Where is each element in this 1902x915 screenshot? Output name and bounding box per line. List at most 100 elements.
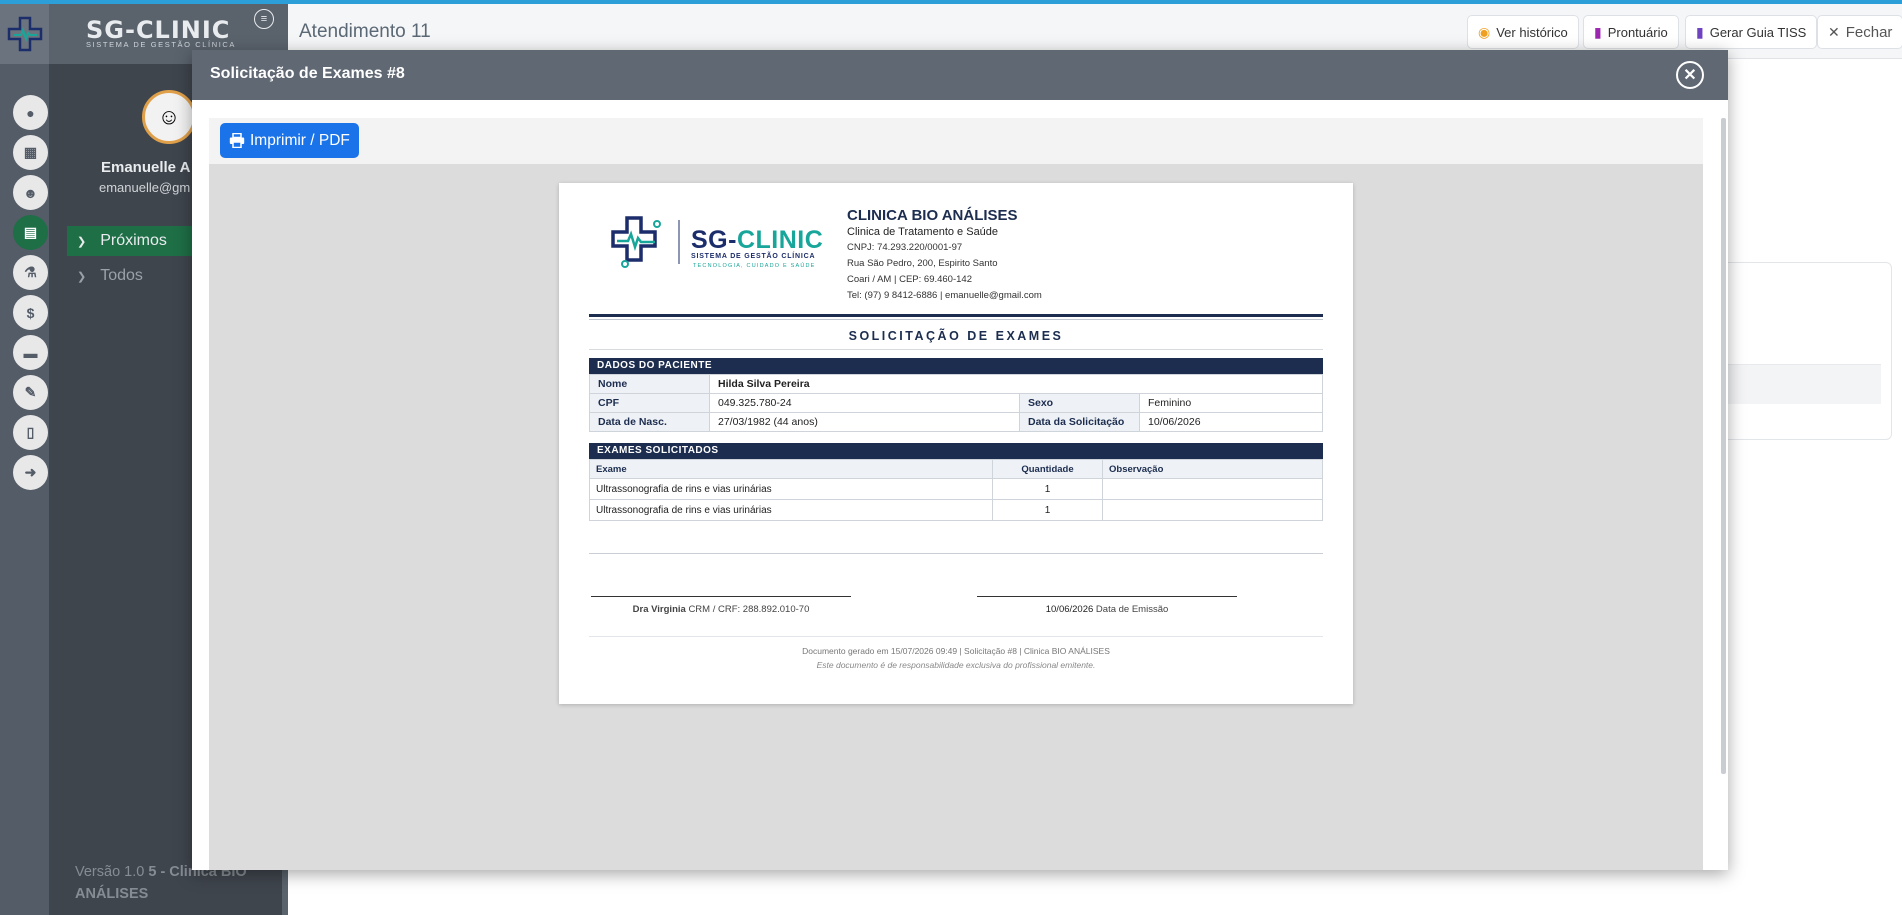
clinic-address: Rua São Pedro, 200, Espirito Santo: [847, 258, 998, 269]
exam-request-modal: Solicitação de Exames #8 ✕ Imprimir / PD…: [192, 50, 1728, 870]
menu-toggle-icon[interactable]: ≡: [254, 9, 274, 29]
header-divider: [589, 314, 1323, 317]
modal-scrollbar[interactable]: [1721, 118, 1726, 774]
exam-notes: [1102, 478, 1323, 500]
avatar: ☺: [142, 90, 196, 144]
table-row: Data de Nasc. 27/03/1982 (44 anos) Data …: [589, 412, 1323, 432]
history-icon: ◉: [1478, 23, 1491, 40]
exam-column-header: Exame: [589, 459, 993, 479]
document-footer-disclaimer: Este documento é de responsabilidade exc…: [816, 660, 1096, 670]
user-icon[interactable]: ●: [13, 95, 48, 130]
document-title: SOLICITAÇÃO DE EXAMES: [848, 329, 1064, 343]
patient-table: Nome Hilda Silva Pereira CPF 049.325.780…: [589, 374, 1323, 432]
nav-item-proximos[interactable]: ❯ Próximos: [67, 226, 207, 256]
nav-item-label: Próximos: [100, 232, 167, 249]
file-icon[interactable]: ▯: [13, 415, 48, 450]
exam-name: Ultrassonografia de rins e vias urinária…: [589, 499, 993, 521]
printer-icon: [229, 133, 245, 148]
print-pdf-button[interactable]: Imprimir / PDF: [220, 123, 359, 158]
exam-quantity: 1: [992, 478, 1103, 500]
request-date-value: 10/06/2026: [1139, 412, 1323, 432]
archive-icon[interactable]: ▬: [13, 335, 48, 370]
calendar-icon[interactable]: ▦: [13, 135, 48, 170]
table-row: Nome Hilda Silva Pereira: [589, 374, 1323, 394]
gerar-guia-label: Gerar Guia TISS: [1709, 24, 1807, 40]
chevron-right-icon: ❯: [77, 235, 87, 248]
header-divider-thin: [589, 319, 1323, 320]
exams-table: Exame Quantidade Observação Ultrassonogr…: [589, 459, 1323, 521]
fechar-button[interactable]: ✕ Fechar: [1817, 15, 1902, 49]
request-date-label: Data da Solicitação: [1019, 412, 1140, 432]
app-logo-icon[interactable]: [0, 4, 49, 64]
title-divider: [589, 349, 1323, 350]
patient-birth-value: 27/03/1982 (44 anos): [709, 412, 1020, 432]
nav-item-label: Todos: [100, 267, 143, 284]
signature-divider: [589, 553, 1323, 554]
microscope-icon[interactable]: ⚗: [13, 255, 48, 290]
doctor-crm: CRM / CRF: 288.892.010-70: [688, 604, 810, 615]
modal-toolbar: Imprimir / PDF: [209, 118, 1703, 164]
table-row: CPF 049.325.780-24 Sexo Feminino: [589, 393, 1323, 413]
patient-birth-label: Data de Nasc.: [589, 412, 710, 432]
doc-brand-tagline: TECNOLOGIA, CUIDADO E SAÚDE: [693, 263, 816, 269]
exam-name: Ultrassonografia de rins e vias urinária…: [589, 478, 993, 500]
dollar-icon[interactable]: $: [13, 295, 48, 330]
page-title: Atendimento 11: [299, 21, 431, 42]
clinic-contact: Tel: (97) 9 8412-6886 | emanuelle@gmail.…: [847, 290, 1042, 301]
file-invoice-icon: ▮: [1696, 23, 1704, 40]
exams-section-header: EXAMES SOLICITADOS: [589, 443, 1323, 459]
table-row: Ultrassonografia de rins e vias urinária…: [589, 499, 1323, 521]
exam-notes: [1102, 499, 1323, 521]
brand-subtitle: SISTEMA DE GESTÃO CLÍNICA: [86, 40, 237, 49]
logout-icon[interactable]: ➜: [13, 455, 48, 490]
file-medical-icon: ▮: [1594, 23, 1602, 40]
version-prefix: Versão 1.0: [75, 864, 145, 880]
clipboard-icon[interactable]: ▤: [13, 215, 48, 250]
user-name: Emanuelle A: [101, 159, 191, 176]
emission-label: Data de Emissão: [1095, 604, 1169, 615]
doctor-signature-line: [591, 596, 851, 597]
clinic-cnpj: CNPJ: 74.293.220/0001-97: [847, 242, 963, 253]
ver-historico-label: Ver histórico: [1496, 24, 1568, 40]
patient-section-header: DADOS DO PACIENTE: [589, 358, 1323, 374]
document-viewer[interactable]: SG-CLINIC SISTEMA DE GESTÃO CLÍNICA TECN…: [209, 164, 1703, 870]
patient-cpf-value: 049.325.780-24: [709, 393, 1020, 413]
gerar-guia-tiss-button[interactable]: ▮ Gerar Guia TISS: [1685, 15, 1818, 49]
quantity-column-header: Quantidade: [992, 459, 1103, 479]
close-icon: ✕: [1828, 23, 1840, 40]
table-row: Ultrassonografia de rins e vias urinária…: [589, 478, 1323, 500]
chevron-right-icon: ❯: [77, 270, 87, 283]
patient-name-value: Hilda Silva Pereira: [709, 374, 1323, 394]
patient-name-label: Nome: [589, 374, 710, 394]
doctor-name: Dra Virginia: [632, 604, 686, 615]
exam-quantity: 1: [992, 499, 1103, 521]
fechar-label: Fechar: [1845, 23, 1893, 41]
emission-date: 10/06/2026: [1045, 604, 1094, 615]
notes-column-header: Observação: [1102, 459, 1323, 479]
ver-historico-button[interactable]: ◉ Ver histórico: [1467, 15, 1579, 49]
background-card: [1700, 262, 1892, 440]
doc-brand: SG-CLINIC: [691, 226, 823, 255]
modal-close-icon[interactable]: ✕: [1676, 61, 1704, 89]
doc-brand-clinic: CLINIC: [736, 226, 824, 254]
prontuario-label: Prontuário: [1607, 24, 1668, 40]
clinic-name: CLINICA BIO ANÁLISES: [847, 207, 1018, 224]
emission-signature: 10/06/2026 Data de Emissão: [977, 604, 1237, 615]
doc-brand-subtitle: SISTEMA DE GESTÃO CLÍNICA: [691, 253, 816, 260]
doctor-signature: Dra Virginia CRM / CRF: 288.892.010-70: [591, 604, 851, 615]
emission-signature-line: [977, 596, 1237, 597]
patient-sex-value: Feminino: [1139, 393, 1323, 413]
nav-item-todos[interactable]: ❯ Todos: [67, 261, 207, 291]
icon-rail: ● ▦ ☻ ▤ ⚗ $ ▬ ✎ ▯ ➜: [0, 4, 49, 915]
clinic-city: Coari / AM | CEP: 69.460-142: [847, 274, 972, 285]
document-footer-meta: Documento gerado em 15/07/2026 09:49 | S…: [802, 646, 1110, 656]
users-icon[interactable]: ☻: [13, 175, 48, 210]
user-email: emanuelle@gm: [99, 180, 191, 195]
patient-sex-label: Sexo: [1019, 393, 1140, 413]
document-page: SG-CLINIC SISTEMA DE GESTÃO CLÍNICA TECN…: [559, 183, 1353, 704]
doc-brand-sg: SG-: [691, 226, 737, 254]
print-pdf-label: Imprimir / PDF: [250, 131, 350, 149]
prontuario-button[interactable]: ▮ Prontuário: [1583, 15, 1679, 49]
edit-icon[interactable]: ✎: [13, 375, 48, 410]
patient-cpf-label: CPF: [589, 393, 710, 413]
